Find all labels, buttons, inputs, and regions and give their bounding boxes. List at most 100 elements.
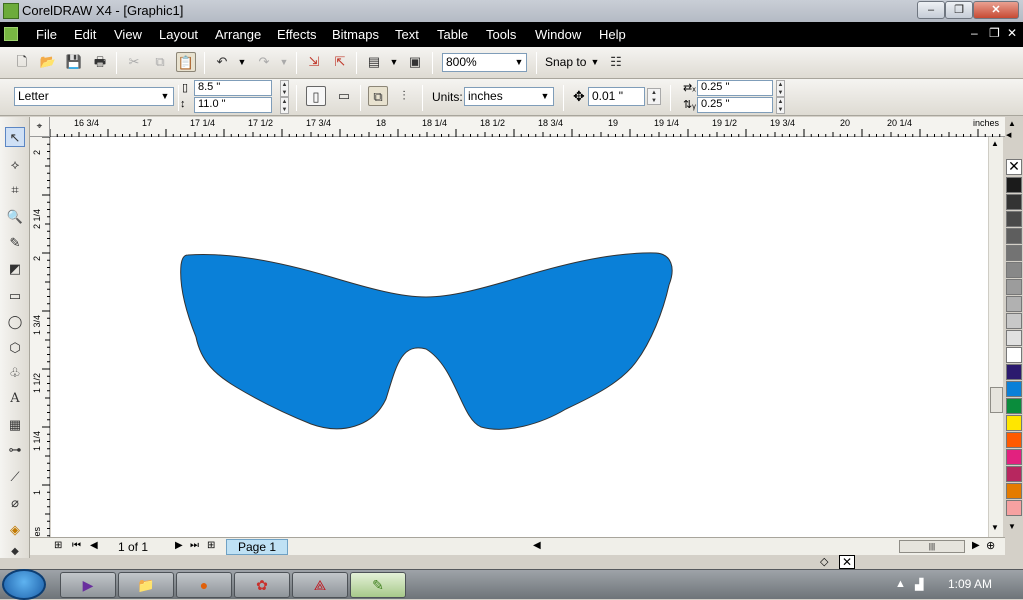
color-swatch[interactable] [1006, 211, 1022, 227]
eyedropper-tool-icon[interactable]: ⟋ [5, 467, 25, 487]
copy-icon[interactable]: ⧉ [150, 52, 170, 72]
show-hidden-icons-icon[interactable]: ▲ [895, 578, 906, 590]
outline-tool-icon[interactable]: ⌀ [5, 493, 25, 513]
color-swatch[interactable] [1006, 381, 1022, 397]
color-swatch[interactable] [1006, 449, 1022, 465]
palette-scroll-up-icon[interactable]: ▲ [1008, 119, 1016, 128]
color-swatch[interactable] [1006, 500, 1022, 516]
import-icon[interactable]: ⇲ [304, 52, 324, 72]
network-icon[interactable]: ▟ [915, 578, 923, 591]
crop-tool-icon[interactable]: ⌗ [5, 180, 25, 200]
next-page-icon[interactable]: ▶ [175, 540, 183, 551]
explorer-task-icon[interactable]: 📁 [118, 572, 174, 598]
welcome-screen-icon[interactable]: ▣ [405, 52, 425, 72]
document-icon[interactable] [4, 27, 18, 41]
redo-icon[interactable]: ↷ [254, 52, 274, 72]
application-launcher-icon[interactable]: ▤ [364, 52, 384, 72]
paint-task-icon[interactable]: ✿ [234, 572, 290, 598]
cut-icon[interactable]: ✂ [124, 52, 144, 72]
menu-arrange[interactable]: Arrange [215, 27, 261, 42]
scroll-right-icon[interactable]: ▶ [972, 540, 980, 551]
doc-minimize-button[interactable]: – [971, 26, 978, 40]
no-color-swatch[interactable]: ✕ [1006, 159, 1022, 175]
ruler-origin-icon[interactable]: ⌖ [30, 117, 50, 137]
snap-to-button[interactable]: Snap to [545, 55, 586, 69]
close-button[interactable]: ✕ [973, 1, 1019, 19]
paste-icon[interactable]: 📋 [176, 52, 196, 72]
application-launcher-dropdown[interactable]: ▼ [386, 54, 402, 71]
doc-close-button[interactable]: ✕ [1007, 26, 1017, 40]
color-swatch[interactable] [1006, 466, 1022, 482]
freehand-tool-icon[interactable]: ✎ [5, 233, 25, 253]
duplicate-distance-x-field[interactable]: 0.25 " [697, 80, 773, 96]
sunglasses-shape[interactable] [180, 252, 673, 430]
zoom-tool-icon[interactable]: 🔍 [5, 207, 25, 227]
palette-scroll-down-icon[interactable]: ▼ [1008, 522, 1016, 531]
color-swatch[interactable] [1006, 313, 1022, 329]
palette-flyout-icon[interactable]: ◀ [1006, 131, 1022, 145]
menu-tools[interactable]: Tools [486, 27, 516, 42]
color-swatch[interactable] [1006, 279, 1022, 295]
menu-edit[interactable]: Edit [74, 27, 96, 42]
first-page-icon[interactable]: ⏮ [72, 540, 81, 551]
add-page-before-icon[interactable]: ⊞ [54, 540, 62, 551]
duplicate-distance-y-field[interactable]: 0.25 " [697, 97, 773, 113]
page-width-spinner[interactable]: ▲ ▼ [280, 80, 289, 97]
smart-fill-tool-icon[interactable]: ◩ [5, 259, 25, 279]
interactive-blend-tool-icon[interactable]: ⊶ [5, 440, 25, 460]
text-tool-icon[interactable]: A [5, 389, 25, 409]
horizontal-ruler[interactable]: ⌖ 16 3/4 17 17 1/4 17 1/2 17 3/4 18 18 1… [30, 117, 1005, 137]
shape-tool-icon[interactable]: ⟡ [5, 155, 25, 175]
color-swatch[interactable] [1006, 245, 1022, 261]
color-swatch[interactable] [1006, 347, 1022, 363]
page-tab[interactable]: Page 1 [226, 539, 288, 555]
last-page-icon[interactable]: ⏭ [190, 540, 199, 551]
save-icon[interactable]: 💾 [64, 52, 84, 72]
pick-tool-icon[interactable]: ↖ [5, 127, 25, 147]
new-document-icon[interactable]: 🗋 [12, 52, 32, 72]
current-page-icon[interactable]: ⫶ [394, 86, 414, 106]
page-width-field[interactable]: 8.5 " [194, 80, 272, 96]
paper-type-chevron-icon[interactable]: ▼ [157, 88, 173, 105]
menu-file[interactable]: File [36, 27, 57, 42]
duplicate-distance-y-spinner[interactable]: ▲ ▼ [776, 97, 785, 114]
undo-icon[interactable]: ↶ [212, 52, 232, 72]
maximize-button[interactable]: ❐ [945, 1, 973, 19]
coreldraw-app-icon[interactable] [3, 3, 19, 19]
vertical-scroll-thumb[interactable] [990, 387, 1003, 413]
nudge-distance-spinner[interactable]: ▲ ▼ [647, 88, 661, 105]
duplicate-distance-x-spinner[interactable]: ▲ ▼ [776, 80, 785, 97]
landscape-orientation-icon[interactable]: ▭ [334, 86, 354, 106]
add-page-after-icon[interactable]: ⊞ [207, 540, 215, 551]
coreldraw-task-icon[interactable]: ✎ [350, 572, 406, 598]
paper-type-select[interactable]: Letter [14, 87, 174, 106]
start-button[interactable] [2, 569, 46, 600]
minimize-button[interactable]: – [917, 1, 945, 19]
horizontal-scroll-thumb[interactable]: ||| [899, 540, 965, 553]
vertical-ruler[interactable]: 2 2 1/4 2 1 3/4 1 1/2 1 1/4 1 inches [30, 137, 50, 555]
clock[interactable]: 1:09 AM [948, 577, 992, 591]
menu-table[interactable]: Table [437, 27, 468, 42]
acrobat-task-icon[interactable]: ⟁ [292, 572, 348, 598]
scroll-up-icon[interactable]: ▲ [991, 139, 999, 148]
color-swatch[interactable] [1006, 364, 1022, 380]
color-swatch[interactable] [1006, 483, 1022, 499]
color-swatch[interactable] [1006, 296, 1022, 312]
media-player-task-icon[interactable]: ▶ [60, 572, 116, 598]
menu-text[interactable]: Text [395, 27, 419, 42]
color-swatch[interactable] [1006, 330, 1022, 346]
fill-tool-icon[interactable]: ◈ [5, 520, 25, 540]
scroll-left-icon[interactable]: ◀ [533, 540, 541, 551]
polygon-tool-icon[interactable]: ⬡ [5, 338, 25, 358]
navigator-zoom-icon[interactable]: ⊕ [986, 539, 995, 552]
all-pages-icon[interactable]: ⧉ [368, 86, 388, 106]
menu-view[interactable]: View [114, 27, 142, 42]
page-height-spinner[interactable]: ▲ ▼ [280, 97, 289, 114]
color-swatch[interactable] [1006, 228, 1022, 244]
menu-window[interactable]: Window [535, 27, 581, 42]
export-icon[interactable]: ⇱ [330, 52, 350, 72]
menu-effects[interactable]: Effects [277, 27, 317, 42]
snap-to-dropdown[interactable]: ▼ [587, 54, 603, 71]
color-swatch[interactable] [1006, 194, 1022, 210]
nudge-distance-field[interactable]: 0.01 " [588, 87, 645, 106]
